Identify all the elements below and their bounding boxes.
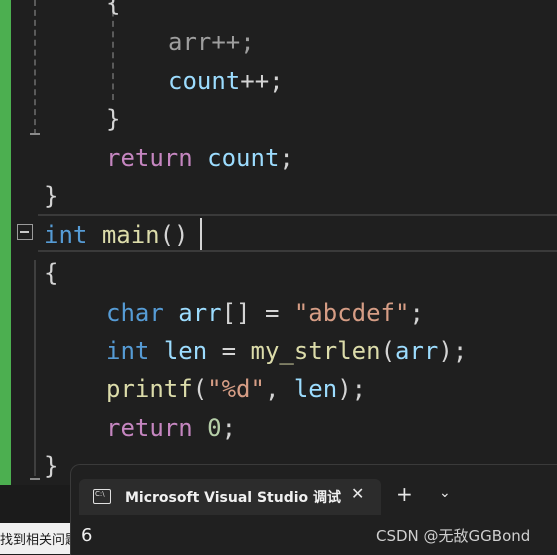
code-token: "abcdef" (293, 299, 410, 327)
code-token: , (264, 375, 294, 403)
new-tab-button[interactable]: + (396, 482, 413, 506)
code-line[interactable]: int len = my_strlen(arr); (106, 332, 467, 370)
code-token: ); (438, 337, 468, 365)
code-token: printf (106, 375, 193, 403)
code-token: count (207, 144, 280, 172)
code-token: } (44, 182, 59, 210)
code-token: len (293, 375, 338, 403)
indent-guide (34, 0, 36, 135)
text-caret (200, 218, 202, 250)
code-line[interactable]: } (106, 100, 120, 138)
code-token: ; (409, 299, 424, 327)
scope-tick (30, 478, 40, 480)
code-token: ); (337, 375, 367, 403)
code-token: } (44, 452, 59, 480)
code-editor[interactable]: { arr++; count++; } return count; } int … (0, 0, 557, 485)
indent-guide (34, 260, 36, 476)
code-token: char (106, 299, 164, 327)
code-line[interactable]: { (106, 0, 120, 22)
code-token: return (106, 144, 193, 172)
code-token: () (159, 221, 189, 249)
code-token: ; (279, 144, 294, 172)
code-token: ( (192, 375, 208, 403)
console-output: 6 (81, 525, 93, 546)
code-token: 0 (207, 414, 222, 442)
console-tab[interactable]: Microsoft Visual Studio 调试控制台 ✕ (79, 479, 381, 515)
code-token: int (106, 337, 150, 365)
console-tab-title: Microsoft Visual Studio 调试控制台 (125, 490, 341, 506)
console-icon (93, 489, 111, 504)
code-line[interactable]: return 0; (106, 409, 236, 447)
code-token: } (106, 105, 121, 133)
code-token: my_strlen (250, 337, 381, 365)
code-token: arr++; (168, 28, 255, 56)
code-line[interactable]: int main() (44, 216, 189, 254)
code-token: "%d" (207, 375, 265, 403)
code-token: { (44, 259, 59, 287)
code-token: ( (380, 337, 396, 365)
code-line[interactable]: char arr[] = "abcdef"; (106, 294, 424, 332)
code-line[interactable]: count++; (168, 62, 284, 100)
tab-dropdown-button[interactable]: ⌄ (439, 485, 451, 501)
code-line[interactable]: printf("%d", len); (106, 370, 366, 408)
code-token: ; (221, 414, 237, 442)
code-line[interactable]: { (44, 254, 58, 292)
code-token: count (168, 67, 241, 95)
error-list-strip[interactable]: 找到相关问题 (0, 523, 78, 554)
code-line[interactable]: } (44, 177, 58, 215)
code-token: ++; (240, 67, 284, 95)
code-token: int (44, 221, 88, 249)
close-tab-button[interactable]: ✕ (351, 484, 364, 503)
collapse-toggle-icon[interactable] (17, 224, 33, 240)
code-token: = (207, 337, 251, 365)
code-token: arr (395, 337, 439, 365)
code-token: return (106, 414, 193, 442)
code-line[interactable]: } (44, 447, 58, 485)
code-token: { (106, 0, 121, 17)
code-line[interactable]: return count; (106, 139, 294, 177)
change-indicator-bar (0, 0, 11, 485)
code-token: arr (178, 299, 222, 327)
code-token: [] = (221, 299, 294, 327)
scope-tick (30, 133, 40, 135)
code-line[interactable]: arr++; (168, 23, 255, 61)
watermark: CSDN @无敌GGBond (376, 527, 531, 545)
code-token: len (163, 337, 208, 365)
code-token: main (101, 221, 160, 249)
error-list-text: 找到相关问题 (0, 533, 79, 548)
